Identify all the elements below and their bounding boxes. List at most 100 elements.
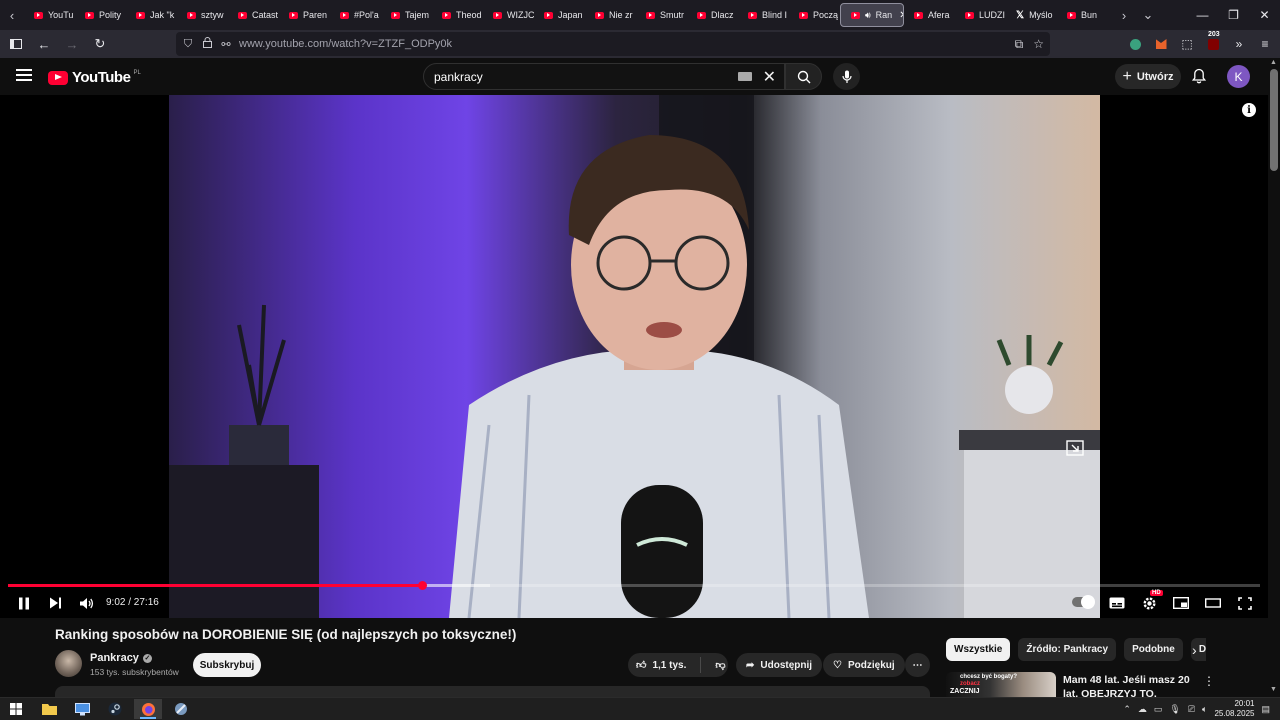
subscribe-button[interactable]: Subskrybuj (193, 653, 261, 677)
browser-tab[interactable]: Afera (904, 3, 955, 27)
browser-tab[interactable]: Smutr (636, 3, 687, 27)
browser-tab[interactable]: Począ (789, 3, 840, 27)
tab-scroll-left-button[interactable]: ‹ (0, 0, 24, 30)
pause-icon[interactable] (14, 594, 34, 612)
tray-chevron-icon[interactable]: ⌃ (1123, 704, 1131, 715)
chips-next-icon[interactable]: › (1192, 642, 1197, 658)
channel-avatar[interactable] (55, 650, 82, 677)
notifications-icon[interactable]: ▤ (1261, 704, 1270, 715)
filter-chip[interactable]: Źródło: Pankracy (1018, 638, 1117, 661)
scrollbar-thumb[interactable] (1270, 69, 1278, 171)
thanks-button[interactable]: ♡ Podziękuj (823, 653, 905, 677)
tray-network-icon[interactable]: ▭ (1154, 704, 1163, 715)
back-button[interactable]: ← (32, 32, 56, 56)
reload-button[interactable]: ↻ (88, 32, 112, 56)
minimize-icon[interactable]: — (1187, 0, 1218, 30)
speaker-icon[interactable]: 🔈︎ (1202, 704, 1207, 715)
scroll-down-icon[interactable]: ▼ (1270, 686, 1277, 693)
browser-tab[interactable]: Jak "k (126, 3, 177, 27)
miniplayer-icon[interactable] (1171, 594, 1191, 612)
file-explorer-icon[interactable] (35, 699, 63, 719)
share-button[interactable]: ➦ Udostępnij (736, 653, 823, 677)
picture-in-picture-icon[interactable]: ⧉ (1015, 37, 1024, 52)
browser-tab[interactable]: LUDZI (955, 3, 1006, 27)
voice-search-button[interactable] (833, 63, 860, 90)
filter-chip[interactable]: Wszystkie (946, 638, 1011, 661)
browser-tab[interactable]: 🔊︎Ran✕ (840, 3, 904, 27)
create-button[interactable]: + Utwórz (1115, 64, 1181, 89)
volume-icon[interactable] (76, 594, 96, 612)
browser-tab[interactable]: Tajem (381, 3, 432, 27)
browser-tab[interactable]: YouTu (24, 3, 75, 27)
browser-tab[interactable]: Blind I (738, 3, 789, 27)
lock-icon[interactable] (201, 37, 213, 51)
browser-tab[interactable]: #Pol'a (330, 3, 381, 27)
tool-app-icon[interactable] (167, 699, 195, 719)
firefox-icon[interactable] (134, 699, 162, 719)
close-window-icon[interactable]: ✕ (1249, 0, 1280, 30)
browser-tab[interactable]: Polity (75, 3, 126, 27)
filter-chip[interactable]: Podobne (1124, 638, 1183, 661)
computer-app-icon[interactable] (68, 699, 96, 719)
tab-scroll-right-button[interactable]: › (1112, 0, 1136, 30)
hamburger-menu-icon[interactable]: ≡ (1256, 35, 1274, 53)
onedrive-cloud-icon[interactable]: ☁ (1138, 704, 1147, 715)
fullscreen-icon[interactable] (1235, 594, 1255, 612)
search-input[interactable]: pankracy ✕ (423, 63, 785, 90)
browser-tab[interactable]: sztyw (177, 3, 228, 27)
tab-list-dropdown-button[interactable]: ⌄ (1136, 0, 1160, 30)
ublock-extension-icon[interactable]: 203 (1204, 31, 1222, 53)
browser-tab[interactable]: Theod (432, 3, 483, 27)
recommendation-thumbnail[interactable]: chcesz być bogaty? zobacz ZACZNIJ (946, 672, 1056, 698)
steam-icon[interactable] (101, 699, 129, 719)
theater-mode-icon[interactable] (1203, 594, 1223, 612)
more-actions-button[interactable]: ⋯ (905, 653, 930, 677)
puzzle-extensions-icon[interactable]: ⬚ (1178, 35, 1196, 53)
page-scrollbar[interactable]: ▲ ▼ (1268, 58, 1280, 698)
progress-bar[interactable] (8, 581, 1260, 590)
restore-icon[interactable]: ❐ (1218, 0, 1249, 30)
video-player[interactable]: i 9:02 / 27:16 HD (0, 95, 1268, 618)
browser-tab[interactable]: Bun (1057, 3, 1108, 27)
address-bar[interactable]: ⛉ ⚯ www.youtube.com/watch?v=ZTZF_ODPy0k … (176, 32, 1050, 56)
like-button[interactable]: 👍︎ 1,1 tys. (628, 659, 686, 672)
scroll-up-icon[interactable]: ▲ (1270, 59, 1277, 66)
mini-player-expand-icon[interactable] (1066, 440, 1084, 456)
youtube-logo[interactable]: YouTube PL (48, 69, 141, 86)
keyboard-icon[interactable] (738, 72, 752, 81)
browser-tab[interactable]: Paren (279, 3, 330, 27)
video-frame[interactable] (169, 95, 1100, 618)
clear-search-icon[interactable]: ✕ (763, 67, 776, 87)
browser-tab[interactable]: WIZJC (483, 3, 534, 27)
tab-audio-icon[interactable]: 🔊︎ (865, 10, 871, 21)
tray-microphone-icon[interactable]: 🎙︎ (1169, 704, 1180, 715)
fox-extension-icon[interactable] (1152, 35, 1170, 53)
vpn-extension-icon[interactable] (1126, 35, 1144, 53)
sidebar-toggle-icon[interactable] (4, 32, 28, 56)
browser-tab[interactable]: Dlacz (687, 3, 738, 27)
overflow-menu-icon[interactable]: » (1230, 35, 1248, 53)
recommendation-title[interactable]: Mam 48 lat. Jeśli masz 20 lat, OBEJRZYJ … (1063, 673, 1203, 698)
browser-tab[interactable]: Nie zr (585, 3, 636, 27)
browser-tab[interactable]: Catast (228, 3, 279, 27)
settings-gear-icon[interactable]: HD (1139, 590, 1163, 612)
notifications-bell-icon[interactable] (1190, 67, 1208, 85)
subtitles-icon[interactable] (1107, 594, 1127, 612)
permissions-icon[interactable]: ⚯ (220, 38, 232, 51)
start-windows-icon[interactable] (2, 699, 30, 719)
browser-tab[interactable]: Japan (534, 3, 585, 27)
next-video-icon[interactable] (45, 594, 65, 612)
forward-button[interactable]: → (60, 32, 84, 56)
info-icon[interactable]: i (1242, 103, 1256, 117)
guide-menu-icon[interactable] (16, 69, 32, 81)
tray-display-icon[interactable]: ⎚ (1188, 704, 1195, 715)
dislike-button[interactable]: 👎︎ (715, 659, 725, 671)
browser-tab[interactable]: 𝕏 Myślo (1006, 3, 1057, 27)
bookmark-star-icon[interactable]: ☆ (1033, 37, 1044, 51)
account-avatar[interactable]: K (1227, 65, 1250, 88)
channel-name-row[interactable]: Pankracy ✓ (90, 652, 152, 664)
recommendation-more-icon[interactable]: ⋮ (1203, 674, 1215, 688)
tracking-shield-icon[interactable]: ⛉ (182, 38, 194, 51)
autoplay-toggle[interactable] (1072, 595, 1095, 609)
search-button[interactable] (785, 63, 822, 90)
